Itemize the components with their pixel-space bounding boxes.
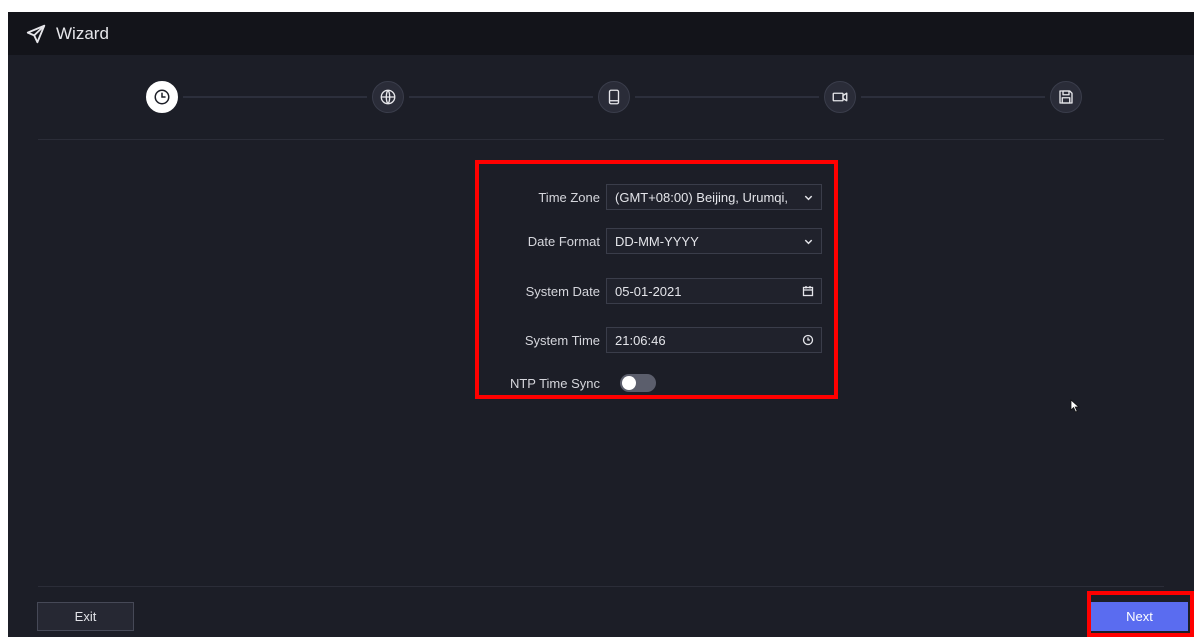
clock-icon[interactable]	[801, 333, 815, 347]
calendar-icon[interactable]	[801, 284, 815, 298]
step-camera[interactable]	[824, 81, 856, 113]
time-zone-select[interactable]: (GMT+08:00) Beijing, Urumqi,	[606, 184, 822, 210]
time-zone-row: Time Zone (GMT+08:00) Beijing, Urumqi,	[8, 184, 1194, 210]
footer-divider	[38, 586, 1164, 587]
date-format-select[interactable]: DD-MM-YYYY	[606, 228, 822, 254]
title-bar: Wizard	[8, 12, 1194, 55]
wizard-window: Wizard Time Zone (GMT+08:00) Beijing, Ur…	[8, 12, 1194, 637]
system-date-label: System Date	[525, 283, 600, 299]
ntp-time-sync-toggle[interactable]	[620, 374, 656, 392]
globe-icon	[379, 88, 397, 106]
step-network[interactable]	[372, 81, 404, 113]
ntp-time-sync-row: NTP Time Sync	[8, 370, 1194, 396]
clock-icon	[153, 88, 171, 106]
system-time-input[interactable]: 21:06:46	[606, 327, 822, 353]
mobile-icon	[605, 88, 623, 106]
time-zone-label: Time Zone	[538, 189, 600, 205]
ntp-time-sync-label: NTP Time Sync	[509, 375, 600, 391]
step-storage[interactable]	[1050, 81, 1082, 113]
system-date-row: System Date 05-01-2021	[8, 278, 1194, 304]
mouse-cursor-icon	[1070, 399, 1082, 413]
chevron-down-icon	[801, 234, 815, 248]
step-mobile[interactable]	[598, 81, 630, 113]
date-format-row: Date Format DD-MM-YYYY	[8, 228, 1194, 254]
chevron-down-icon	[801, 190, 815, 204]
step-connector	[183, 96, 367, 98]
step-time[interactable]	[146, 81, 178, 113]
wizard-stepper	[8, 55, 1194, 139]
exit-button[interactable]: Exit	[37, 602, 134, 631]
step-connector	[635, 96, 819, 98]
save-icon	[1057, 88, 1075, 106]
system-time-row: System Time 21:06:46	[8, 327, 1194, 353]
step-connector	[861, 96, 1045, 98]
system-time-label: System Time	[524, 332, 600, 348]
toggle-knob	[622, 376, 636, 390]
date-format-label: Date Format	[527, 233, 600, 249]
step-connector	[409, 96, 593, 98]
system-date-input[interactable]: 05-01-2021	[606, 278, 822, 304]
camera-icon	[831, 88, 849, 106]
paper-plane-icon	[24, 22, 48, 46]
divider	[38, 139, 1164, 140]
window-title: Wizard	[56, 23, 109, 43]
next-button[interactable]: Next	[1091, 602, 1188, 631]
